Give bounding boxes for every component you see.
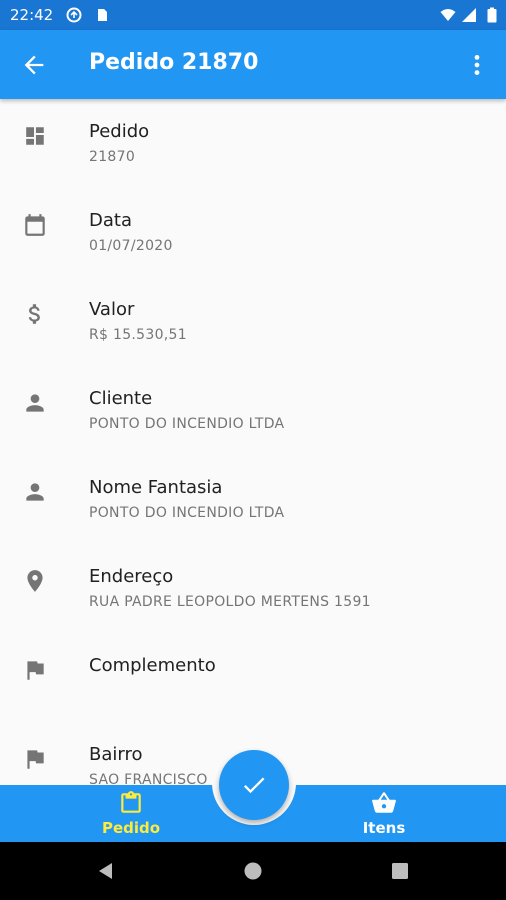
wifi-icon: [440, 9, 456, 21]
detail-value: 01/07/2020: [89, 238, 173, 254]
back-triangle-icon[interactable]: [96, 861, 116, 881]
detail-label: Endereço: [89, 566, 174, 587]
detail-label: Data: [89, 210, 132, 231]
detail-row-nome-fantasia: Nome Fantasia PONTO DO INCENDIO LTDA: [0, 455, 506, 544]
detail-value: RUA PADRE LEOPOLDO MERTENS 1591: [89, 594, 371, 610]
detail-row-pedido: Pedido 21870: [0, 99, 506, 188]
flag-icon: [27, 750, 44, 769]
check-icon: [243, 777, 265, 794]
page-title: Pedido 21870: [89, 50, 259, 75]
confirm-fab-button[interactable]: [219, 750, 289, 820]
detail-label: Valor: [89, 299, 135, 320]
nav-label-itens: Itens: [362, 819, 406, 837]
detail-value: 21870: [89, 149, 136, 165]
detail-label: Nome Fantasia: [89, 477, 223, 498]
status-bar: 22:42: [0, 0, 506, 30]
detail-value: R$ 15.530,51: [89, 327, 187, 343]
shopping-basket-icon: [372, 792, 396, 813]
battery-icon: [487, 7, 497, 23]
clipboard-icon: [121, 791, 141, 813]
sim-card-icon: [98, 9, 107, 21]
location-pin-icon: [27, 570, 43, 592]
detail-row-complemento: Complemento: [0, 633, 506, 722]
nav-item-pedido[interactable]: Pedido: [71, 785, 191, 842]
dashboard-icon: [26, 127, 44, 145]
detail-value: PONTO DO INCENDIO LTDA: [89, 505, 285, 521]
detail-value: PONTO DO INCENDIO LTDA: [89, 416, 285, 432]
calendar-icon: [25, 214, 45, 236]
nav-item-itens[interactable]: Itens: [324, 785, 444, 842]
recents-square-icon[interactable]: [390, 861, 410, 881]
detail-row-cliente: Cliente PONTO DO INCENDIO LTDA: [0, 366, 506, 455]
dollar-icon: [28, 304, 40, 324]
nav-label-pedido: Pedido: [101, 819, 161, 837]
app-bar: Pedido 21870: [0, 30, 506, 99]
system-navigation-bar: [0, 842, 506, 900]
back-arrow-icon[interactable]: [20, 51, 48, 79]
person-icon: [26, 394, 44, 412]
more-vert-icon[interactable]: [464, 51, 490, 79]
signal-icon: [462, 8, 476, 22]
detail-label: Cliente: [89, 388, 153, 409]
order-details-list: Pedido 21870 Data 01/07/2020 Valor R$ 15…: [0, 99, 506, 785]
detail-row-data: Data 01/07/2020: [0, 188, 506, 277]
data-saver-icon: [66, 7, 82, 23]
detail-label: Bairro: [89, 744, 143, 765]
flag-icon: [27, 661, 44, 680]
person-icon: [26, 483, 44, 501]
home-circle-icon[interactable]: [243, 861, 263, 881]
detail-label: Complemento: [89, 655, 216, 676]
status-time: 22:42: [10, 6, 54, 24]
detail-value: SAO FRANCISCO: [89, 772, 208, 785]
detail-row-valor: Valor R$ 15.530,51: [0, 277, 506, 366]
detail-label: Pedido: [89, 121, 150, 142]
detail-row-endereco: Endereço RUA PADRE LEOPOLDO MERTENS 1591: [0, 544, 506, 633]
